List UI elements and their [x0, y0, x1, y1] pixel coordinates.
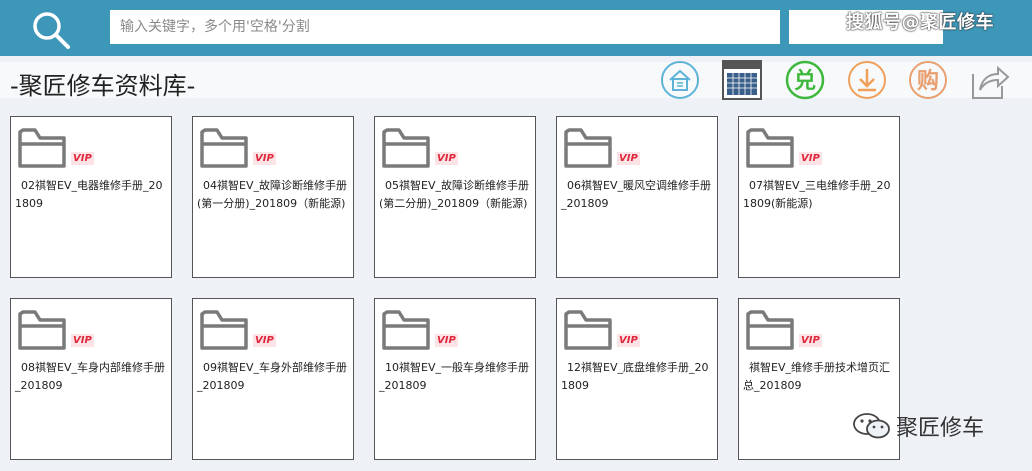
folder-icon — [382, 128, 430, 168]
folder-icon — [746, 128, 794, 168]
folder-icon — [200, 310, 248, 350]
folder-label: 02祺智EV_电器维修手册_201809 — [15, 179, 163, 210]
folder-card[interactable]: VIP 08祺智EV_车身内部维修手册_201809 — [10, 298, 172, 460]
top-bar: 搜狐号@聚匠修车 — [0, 0, 1032, 56]
page-title: -聚匠修车资料库- — [10, 72, 196, 100]
folder-card[interactable]: VIP 10祺智EV_一般车身维修手册_201809 — [374, 298, 536, 460]
buy-icon[interactable]: 购 — [908, 60, 948, 100]
folder-label: 祺智EV_维修手册技术增页汇总_201809 — [743, 361, 890, 392]
watermark-bottom: 聚匠修车 — [852, 410, 984, 442]
folder-card[interactable]: VIP 04祺智EV_故障诊断维修手册(第一分册)_201809（新能源) — [192, 116, 354, 278]
share-icon[interactable] — [970, 60, 1010, 100]
download-icon[interactable] — [847, 60, 887, 100]
folder-icon — [200, 128, 248, 168]
folder-icon — [18, 128, 66, 168]
vip-badge: VIP — [435, 152, 458, 165]
exchange-icon[interactable]: 兑 — [785, 60, 825, 100]
folder-icon — [564, 310, 612, 350]
vip-badge: VIP — [253, 334, 276, 347]
folder-label: 08祺智EV_车身内部维修手册_201809 — [15, 361, 165, 392]
folder-icon — [18, 310, 66, 350]
buy-char: 购 — [917, 68, 939, 94]
folder-card[interactable]: VIP 05祺智EV_故障诊断维修手册(第二分册)_201809（新能源) — [374, 116, 536, 278]
folder-card[interactable]: VIP 07祺智EV_三电维修手册_201809(新能源) — [738, 116, 900, 278]
folder-icon — [746, 310, 794, 350]
calendar-icon[interactable] — [722, 60, 762, 100]
home-icon[interactable] — [660, 60, 700, 100]
wechat-icon — [853, 413, 890, 439]
folder-label: 06祺智EV_暖风空调维修手册_201809 — [561, 179, 711, 210]
folder-label: 12祺智EV_底盘维修手册_201809 — [561, 361, 709, 392]
vip-badge: VIP — [617, 334, 640, 347]
vip-badge: VIP — [799, 334, 822, 347]
folder-label: 05祺智EV_故障诊断维修手册(第二分册)_201809（新能源) — [379, 179, 529, 210]
vip-badge: VIP — [435, 334, 458, 347]
vip-badge: VIP — [799, 152, 822, 165]
folder-label: 07祺智EV_三电维修手册_201809(新能源) — [743, 179, 891, 210]
folder-label: 04祺智EV_故障诊断维修手册(第一分册)_201809（新能源) — [197, 179, 347, 210]
vip-badge: VIP — [71, 152, 94, 165]
vip-badge: VIP — [253, 152, 276, 165]
vip-badge: VIP — [71, 334, 94, 347]
vip-badge: VIP — [617, 152, 640, 165]
search-input[interactable] — [110, 10, 780, 44]
folder-card[interactable]: VIP 06祺智EV_暖风空调维修手册_201809 — [556, 116, 718, 278]
folder-card[interactable]: VIP 12祺智EV_底盘维修手册_201809 — [556, 298, 718, 460]
exchange-char: 兑 — [794, 68, 816, 94]
folder-card[interactable]: VIP 02祺智EV_电器维修手册_201809 — [10, 116, 172, 278]
search-icon[interactable] — [30, 9, 72, 51]
folder-card[interactable]: VIP 09祺智EV_车身外部维修手册_201809 — [192, 298, 354, 460]
folder-label: 10祺智EV_一般车身维修手册_201809 — [379, 361, 529, 392]
folder-label: 09祺智EV_车身外部维修手册_201809 — [197, 361, 347, 392]
folder-icon — [382, 310, 430, 350]
watermark-bottom-text: 聚匠修车 — [896, 416, 985, 441]
watermark-top: 搜狐号@聚匠修车 — [846, 12, 994, 33]
folder-icon — [564, 128, 612, 168]
